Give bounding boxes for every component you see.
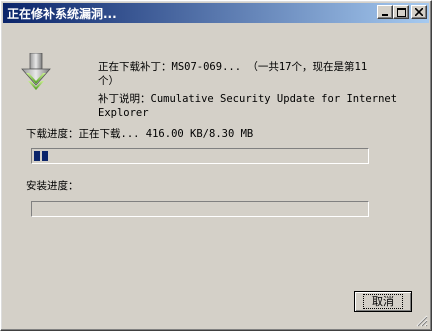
- download-progress-bar: [31, 148, 369, 164]
- download-arrow-icon: [21, 53, 51, 90]
- maximize-button[interactable]: [393, 5, 409, 19]
- minimize-icon: [382, 14, 388, 16]
- patch-description-cont: Explorer: [98, 107, 149, 119]
- patch-status-text: 正在下载补丁：MS07-069... （一共17个，现在是第11: [98, 61, 368, 73]
- cancel-button[interactable]: 取消: [354, 291, 412, 312]
- progress-segment: [34, 151, 40, 161]
- download-progress-fill: [34, 151, 48, 161]
- maximize-icon: [396, 7, 406, 17]
- patch-download-window: 正在修补系统漏洞... 正在下载补丁：MS07-069... （一共17个，现在…: [0, 0, 432, 331]
- patch-description: 补丁说明：Cumulative Security Update for Inte…: [98, 93, 398, 105]
- window-controls: [377, 5, 427, 19]
- install-progress-bar: [31, 201, 369, 217]
- cancel-button-label: 取消: [363, 294, 403, 309]
- title-bar[interactable]: 正在修补系统漏洞...: [3, 3, 429, 23]
- close-button[interactable]: [411, 5, 427, 19]
- minimize-button[interactable]: [377, 5, 393, 19]
- resize-grip-icon[interactable]: [416, 315, 428, 327]
- window-title: 正在修补系统漏洞...: [7, 6, 117, 21]
- download-progress-label: 下载进度：正在下载... 416.00 KB/8.30 MB: [26, 128, 254, 140]
- close-icon: [415, 8, 423, 16]
- install-progress-label: 安装进度：: [26, 180, 79, 192]
- progress-segment: [42, 151, 48, 161]
- patch-status-text-cont: 个）: [98, 75, 119, 87]
